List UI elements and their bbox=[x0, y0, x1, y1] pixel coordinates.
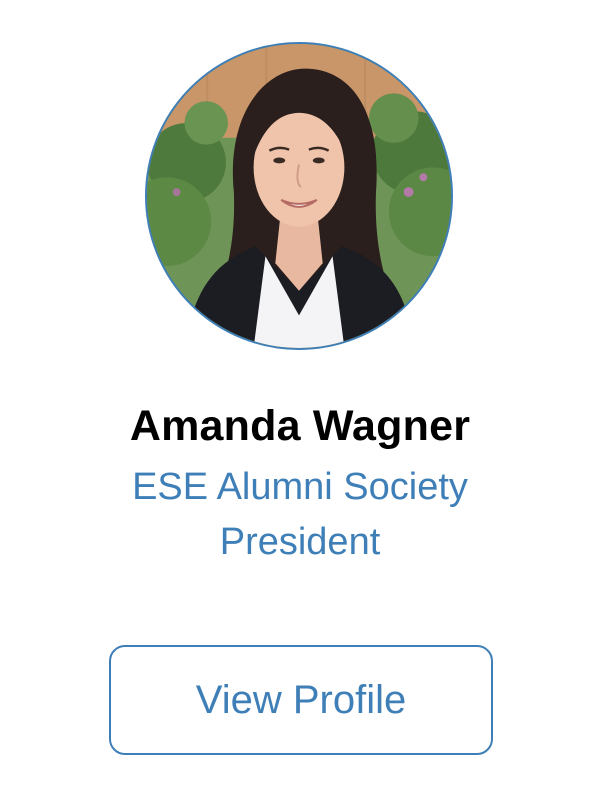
profile-role: ESE Alumni Society President bbox=[132, 466, 468, 563]
view-profile-button[interactable]: View Profile bbox=[109, 645, 493, 755]
profile-photo-image bbox=[147, 44, 451, 348]
profile-card: Amanda Wagner ESE Alumni Society Preside… bbox=[0, 0, 600, 800]
profile-photo bbox=[145, 42, 453, 350]
profile-name: Amanda Wagner bbox=[129, 402, 471, 450]
